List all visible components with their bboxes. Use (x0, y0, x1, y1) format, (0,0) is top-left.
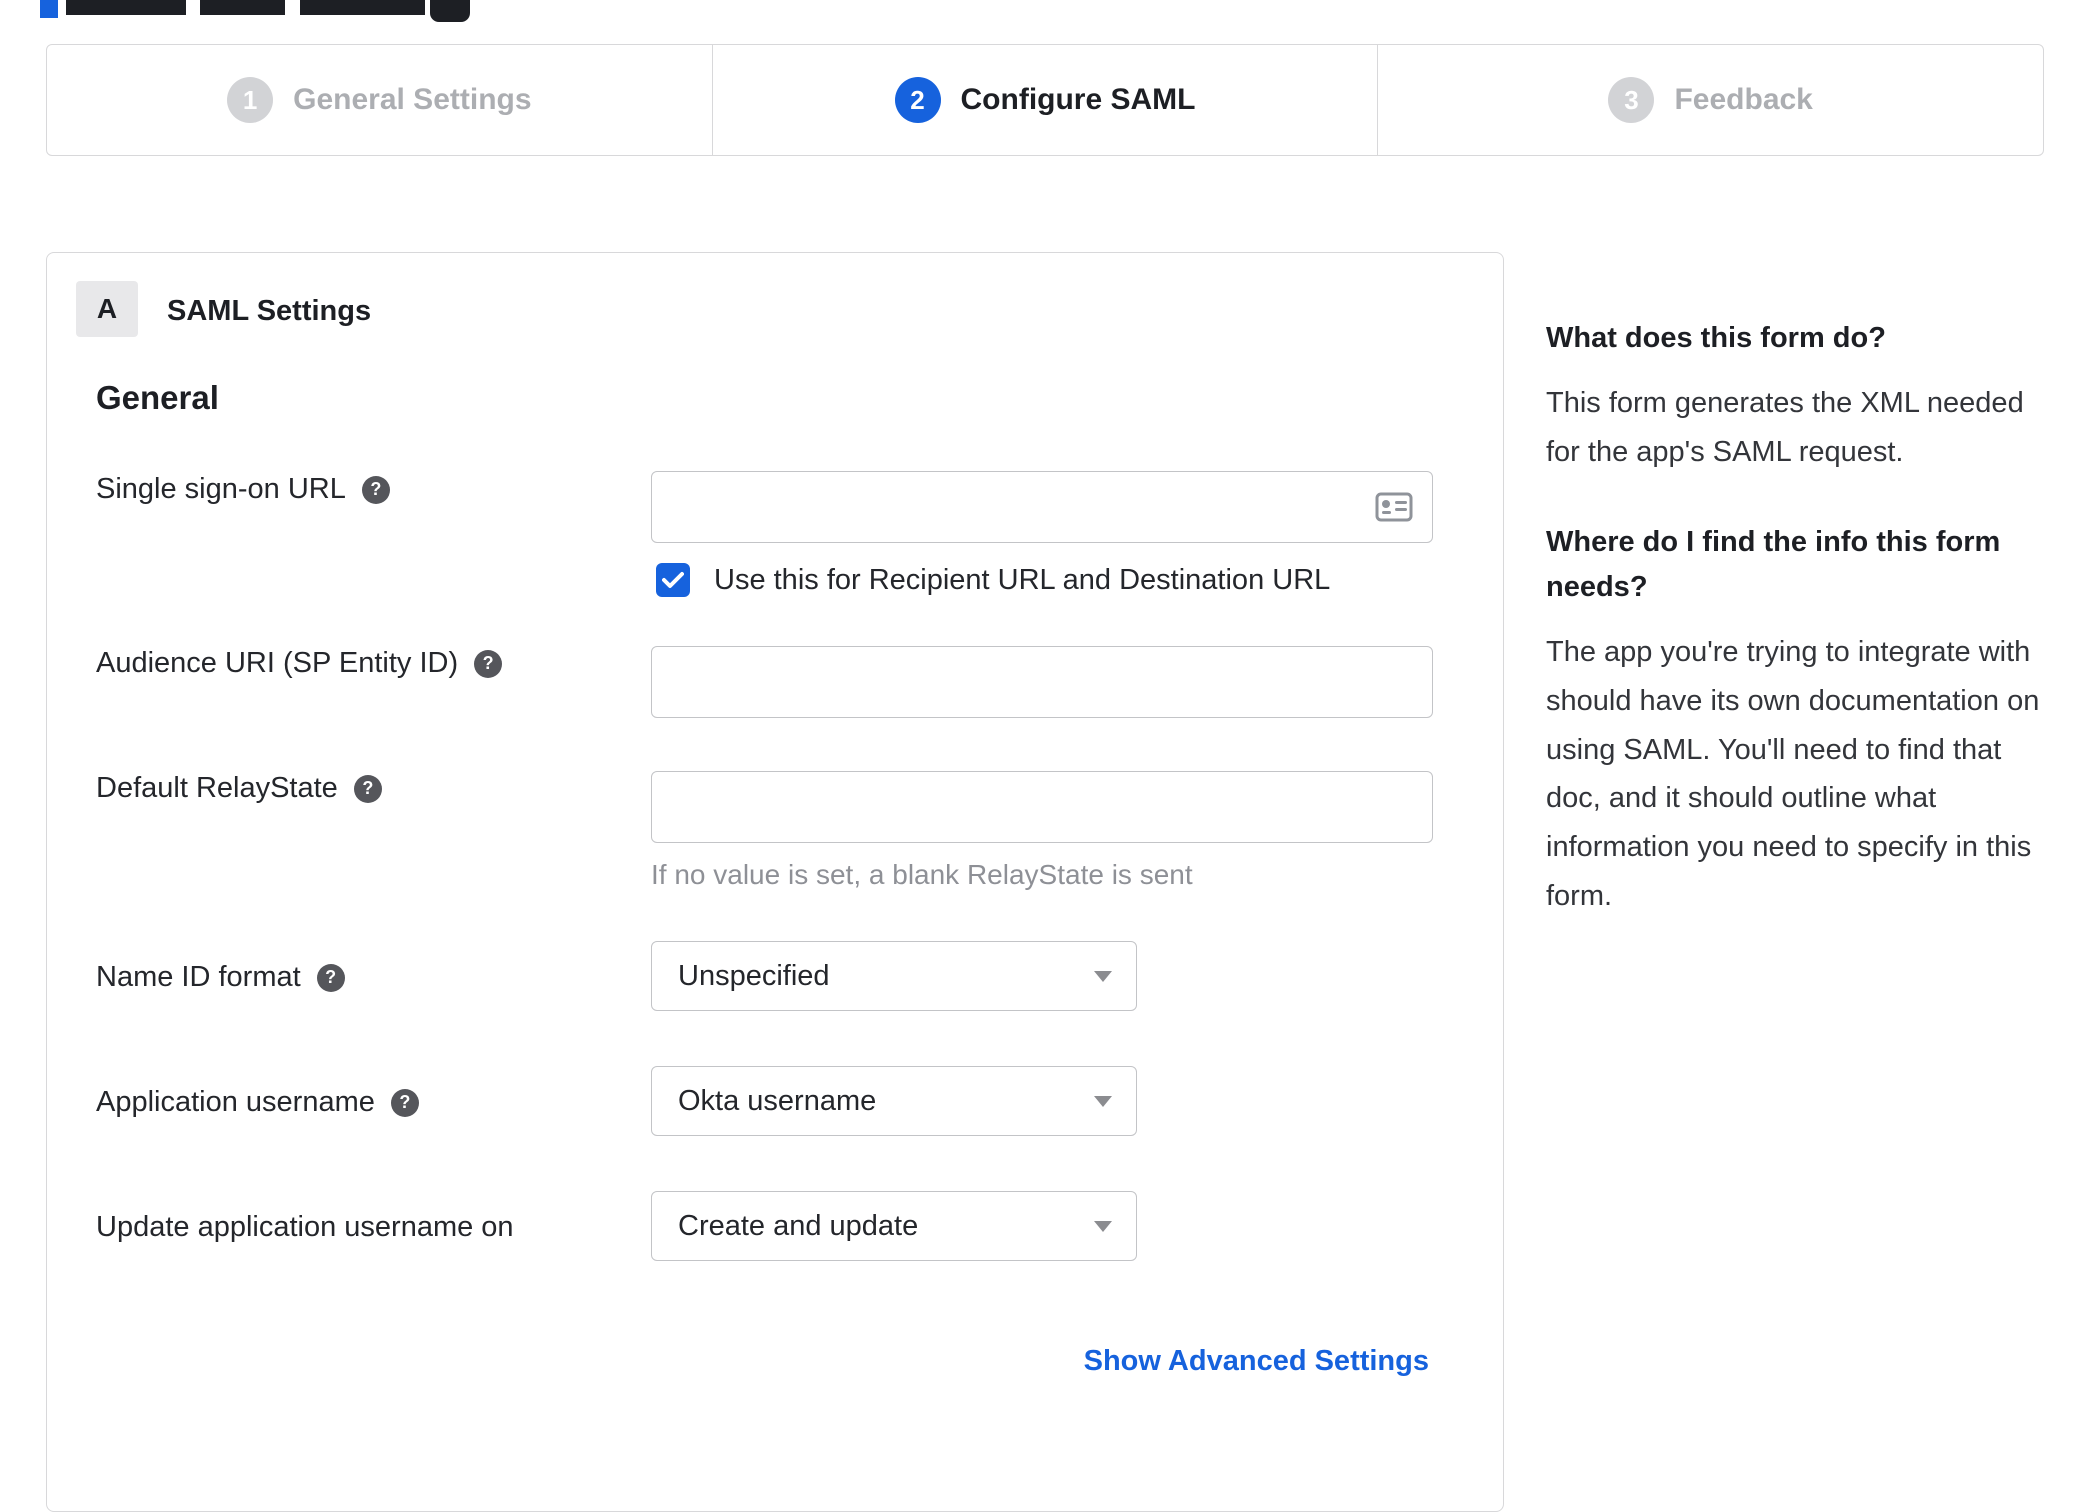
audience-uri-label-row: Audience URI (SP Entity ID) ? (96, 647, 503, 680)
general-group-heading: General (96, 379, 219, 416)
update-username-select[interactable]: Create and update (651, 1191, 1137, 1261)
update-username-label-row: Update application username on (96, 1211, 514, 1244)
step-number-badge: 2 (894, 77, 941, 123)
step-number-badge: 1 (227, 77, 274, 123)
section-badge: A (76, 281, 138, 337)
recipient-url-checkbox[interactable] (656, 563, 690, 597)
checkmark-icon (662, 572, 684, 588)
audience-uri-input[interactable] (651, 646, 1433, 718)
show-advanced-settings-link[interactable]: Show Advanced Settings (1084, 1345, 1429, 1378)
name-id-format-help-icon[interactable]: ? (316, 963, 345, 992)
sidebar-heading: What does this form do? (1546, 322, 1886, 354)
relay-state-label-row: Default RelayState ? (96, 772, 382, 805)
cropped-page-title-fragment (300, 0, 425, 15)
cropped-header-accent-fragment (40, 0, 58, 18)
name-id-format-value: Unspecified (678, 959, 830, 992)
sidebar-paragraph: The app you're trying to integrate with … (1546, 636, 2040, 912)
step-label: Feedback (1674, 83, 1813, 116)
help-sidebar: What does this form do? This form genera… (1546, 316, 2062, 965)
cropped-page-title-fragment (66, 0, 186, 15)
relay-state-label: Default RelayState (96, 772, 338, 804)
name-id-format-label: Name ID format (96, 961, 301, 993)
chevron-down-icon (1094, 1096, 1112, 1107)
relay-state-helper: If no value is set, a blank RelayState i… (651, 859, 1193, 890)
recipient-url-checkbox-row: Use this for Recipient URL and Destinati… (656, 563, 1330, 597)
name-id-format-label-row: Name ID format ? (96, 961, 345, 994)
chevron-down-icon (1094, 1221, 1112, 1232)
saml-settings-card: A SAML Settings General Single sign-on U… (46, 252, 1504, 1512)
cropped-settings-icon-fragment (430, 0, 470, 22)
sso-url-input[interactable] (651, 471, 1433, 543)
update-username-value: Create and update (678, 1209, 919, 1242)
recipient-url-checkbox-label: Use this for Recipient URL and Destinati… (714, 563, 1331, 596)
app-username-label: Application username (96, 1086, 375, 1118)
application-username-select[interactable]: Okta username (651, 1066, 1137, 1136)
sidebar-heading: Where do I find the info this form needs… (1546, 526, 2001, 604)
relay-state-help-icon[interactable]: ? (353, 774, 382, 803)
section-title: SAML Settings (167, 295, 372, 327)
relay-state-input[interactable] (651, 771, 1433, 843)
name-id-format-select[interactable]: Unspecified (651, 941, 1137, 1011)
audience-uri-help-icon[interactable]: ? (474, 649, 503, 678)
sidebar-paragraph: This form generates the XML needed for t… (1546, 386, 2024, 468)
cropped-page-title-fragment (200, 0, 285, 15)
application-username-value: Okta username (678, 1084, 877, 1117)
stepper-step-general-settings[interactable]: 1 General Settings (47, 45, 712, 155)
step-number-badge: 3 (1608, 77, 1655, 123)
step-label: Configure SAML (960, 83, 1196, 116)
sso-url-label: Single sign-on URL (96, 473, 346, 505)
update-username-label: Update application username on (96, 1211, 514, 1243)
sso-url-help-icon[interactable]: ? (361, 475, 390, 504)
chevron-down-icon (1094, 971, 1112, 982)
audience-uri-label: Audience URI (SP Entity ID) (96, 647, 459, 679)
wizard-stepper: 1 General Settings 2 Configure SAML 3 Fe… (46, 44, 2044, 156)
app-username-label-row: Application username ? (96, 1086, 419, 1119)
sso-url-label-row: Single sign-on URL ? (96, 473, 390, 506)
step-label: General Settings (293, 83, 532, 116)
app-username-help-icon[interactable]: ? (390, 1088, 419, 1117)
stepper-step-configure-saml[interactable]: 2 Configure SAML (711, 45, 1378, 155)
stepper-step-feedback[interactable]: 3 Feedback (1377, 45, 2043, 155)
